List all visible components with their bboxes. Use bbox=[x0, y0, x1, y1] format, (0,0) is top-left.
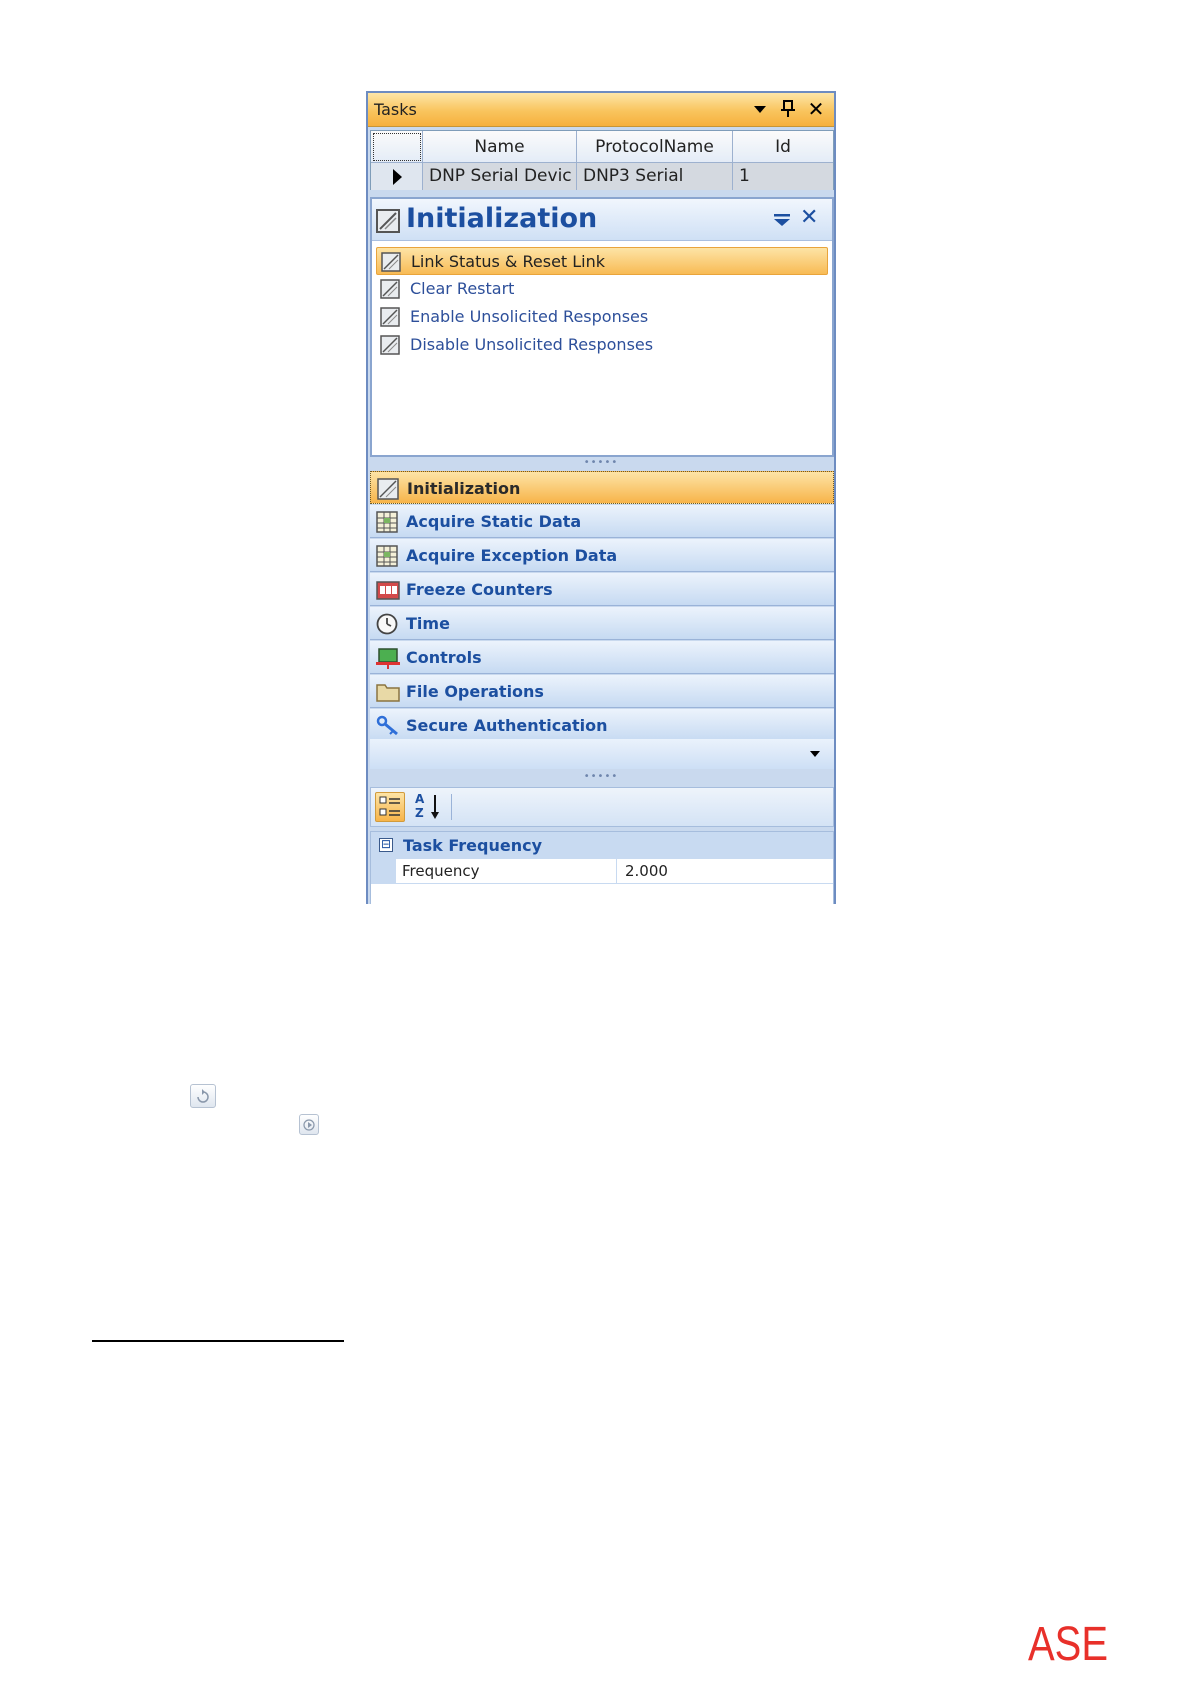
nav-secure-authentication[interactable]: Secure Authentication bbox=[370, 709, 834, 742]
nav-file-operations[interactable]: File Operations bbox=[370, 675, 834, 708]
panel-options-button[interactable] bbox=[774, 211, 790, 232]
categorized-view-button[interactable] bbox=[375, 792, 405, 822]
property-row[interactable]: Frequency 2.000 bbox=[371, 859, 833, 884]
folder-icon bbox=[376, 684, 400, 702]
cell-name[interactable]: DNP Serial Devic bbox=[423, 163, 577, 190]
property-name[interactable]: Frequency bbox=[396, 859, 617, 884]
nav-label: Acquire Exception Data bbox=[406, 546, 618, 565]
grid-corner-cell[interactable] bbox=[371, 131, 423, 163]
task-icon bbox=[380, 307, 400, 327]
sort-down-arrow-icon bbox=[431, 795, 439, 819]
task-item-label: Disable Unsolicited Responses bbox=[410, 335, 654, 354]
property-grid: ⊟ Task Frequency Frequency 2.000 bbox=[370, 831, 834, 904]
close-panel-button[interactable]: ✕ bbox=[800, 205, 818, 230]
key-icon bbox=[376, 715, 398, 736]
task-icon bbox=[380, 279, 400, 299]
tasks-window: Tasks ✕ Name ProtocolName Id DNP Serial … bbox=[366, 91, 836, 904]
property-category[interactable]: ⊟ Task Frequency bbox=[371, 832, 833, 859]
row-arrow-icon bbox=[393, 169, 402, 185]
clock-icon bbox=[376, 613, 398, 635]
close-icon: ✕ bbox=[800, 205, 819, 230]
pin-button[interactable] bbox=[776, 97, 800, 121]
task-item-label: Link Status & Reset Link bbox=[411, 252, 606, 271]
task-item[interactable]: Enable Unsolicited Responses bbox=[376, 303, 828, 331]
table-icon bbox=[376, 545, 398, 567]
task-icon bbox=[380, 335, 400, 355]
task-icon bbox=[381, 252, 401, 272]
devices-grid: Name ProtocolName Id DNP Serial Devic DN… bbox=[370, 130, 834, 190]
initialization-task-panel: Initialization ✕ Link Status & Reset Lin… bbox=[370, 197, 834, 457]
property-value-frequency[interactable]: 2.000 bbox=[617, 859, 833, 884]
nav-overflow-bar[interactable] bbox=[370, 739, 834, 769]
play-icon bbox=[299, 1114, 319, 1135]
nav-label: File Operations bbox=[406, 682, 544, 701]
row-indicator[interactable] bbox=[371, 163, 423, 190]
refresh-icon bbox=[190, 1084, 216, 1108]
close-icon: ✕ bbox=[807, 97, 825, 121]
cell-protocolname[interactable]: DNP3 Serial bbox=[577, 163, 733, 190]
nav-label: Secure Authentication bbox=[406, 716, 608, 735]
refresh-arrow-icon bbox=[197, 1089, 209, 1103]
task-panel-title: Initialization bbox=[406, 203, 598, 234]
column-header-protocolname[interactable]: ProtocolName bbox=[577, 131, 733, 163]
table-row[interactable]: DNP Serial Devic DNP3 Serial 1 bbox=[371, 163, 833, 190]
dropdown-arrow-icon bbox=[754, 106, 766, 113]
counter-icon bbox=[376, 581, 400, 600]
task-item-label: Clear Restart bbox=[410, 279, 515, 298]
initialization-icon bbox=[377, 478, 399, 500]
nav-label: Time bbox=[406, 614, 450, 633]
collapse-icon[interactable]: ⊟ bbox=[379, 838, 393, 852]
column-header-name[interactable]: Name bbox=[423, 131, 577, 163]
window-menu-button[interactable] bbox=[748, 97, 772, 121]
tasks-titlebar: Tasks ✕ bbox=[368, 93, 834, 127]
close-window-button[interactable]: ✕ bbox=[804, 97, 828, 121]
nav-acquire-exception-data[interactable]: Acquire Exception Data bbox=[370, 539, 834, 572]
table-icon bbox=[376, 511, 398, 533]
sort-az-label: AZ bbox=[415, 792, 425, 820]
window-title: Tasks bbox=[374, 100, 417, 119]
ase-logo: ASE bbox=[1028, 1618, 1108, 1666]
nav-acquire-static-data[interactable]: Acquire Static Data bbox=[370, 505, 834, 538]
nav-label: Acquire Static Data bbox=[406, 512, 582, 531]
task-item-label: Enable Unsolicited Responses bbox=[410, 307, 649, 326]
toolbar-separator bbox=[451, 794, 452, 820]
grid-header: Name ProtocolName Id bbox=[371, 131, 833, 163]
task-item[interactable]: Clear Restart bbox=[376, 275, 828, 303]
footnote-separator bbox=[92, 1340, 344, 1342]
category-label: Task Frequency bbox=[403, 836, 543, 855]
pin-icon bbox=[781, 100, 795, 117]
play-arrow-icon bbox=[303, 1119, 315, 1131]
nav-time[interactable]: Time bbox=[370, 607, 834, 640]
task-panel-header: Initialization ✕ bbox=[372, 199, 832, 241]
nav-freeze-counters[interactable]: Freeze Counters bbox=[370, 573, 834, 606]
nav-initialization[interactable]: Initialization bbox=[370, 471, 834, 504]
nav-label: Initialization bbox=[407, 479, 521, 498]
property-toolbar: AZ bbox=[370, 787, 834, 827]
task-item[interactable]: Disable Unsolicited Responses bbox=[376, 331, 828, 359]
cell-id[interactable]: 1 bbox=[733, 163, 833, 190]
nav-controls[interactable]: Controls bbox=[370, 641, 834, 674]
categorized-icon bbox=[379, 796, 400, 816]
panel-splitter[interactable]: ••••• bbox=[368, 772, 834, 783]
logo-text: ASE bbox=[1028, 1618, 1108, 1666]
task-item[interactable]: Link Status & Reset Link bbox=[376, 247, 828, 275]
property-gutter bbox=[371, 859, 396, 884]
column-header-id[interactable]: Id bbox=[733, 131, 833, 163]
panel-splitter[interactable]: ••••• bbox=[368, 458, 834, 469]
initialization-icon bbox=[376, 209, 400, 233]
nav-label: Freeze Counters bbox=[406, 580, 553, 599]
nav-label: Controls bbox=[406, 648, 482, 667]
controls-icon bbox=[376, 648, 400, 669]
filter-down-icon bbox=[774, 214, 790, 226]
sort-alphabetical-button[interactable]: AZ bbox=[413, 792, 443, 822]
chevron-down-icon[interactable] bbox=[810, 751, 820, 757]
focus-rect bbox=[373, 133, 421, 161]
